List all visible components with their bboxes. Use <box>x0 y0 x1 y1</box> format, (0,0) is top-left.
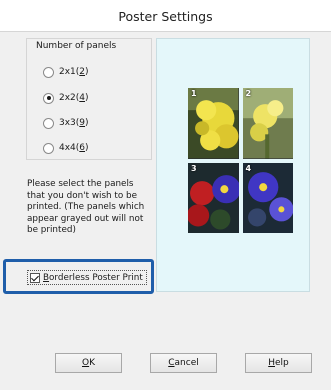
radio-button-selected[interactable] <box>43 92 54 104</box>
radio-label: 2x1(2) <box>59 67 89 77</box>
poster-panel-2[interactable]: 2 <box>242 88 293 159</box>
radio-label: 4x4(6) <box>59 143 89 153</box>
radio-4x4[interactable]: 4x4(6) <box>43 141 89 155</box>
radio-button[interactable] <box>43 142 54 154</box>
panel-number: 1 <box>191 89 197 98</box>
ok-button[interactable]: OK <box>55 353 122 373</box>
poster-panel-3[interactable]: 3 <box>188 162 239 233</box>
radio-label: 3x3(9) <box>59 118 89 128</box>
instruction-text: Please select the panels that you don't … <box>27 179 145 235</box>
borderless-poster-print-checkbox[interactable]: Borderless Poster Print <box>27 270 147 285</box>
poster-panel-grid: 1 2 3 4 <box>188 88 293 233</box>
radio-button[interactable] <box>43 66 54 78</box>
number-of-panels-legend: Number of panels <box>33 41 120 51</box>
checkbox-label: Borderless Poster Print <box>43 272 143 283</box>
dialog-title: Poster Settings <box>0 0 331 32</box>
help-button[interactable]: Help <box>245 353 312 373</box>
panel-number: 2 <box>245 89 252 98</box>
poster-panel-1[interactable]: 1 <box>188 88 239 159</box>
poster-panel-4[interactable]: 4 <box>242 162 293 233</box>
panel-number: 4 <box>245 163 252 173</box>
panel-number: 3 <box>191 163 197 173</box>
cancel-button[interactable]: Cancel <box>150 353 217 373</box>
radio-2x1[interactable]: 2x1(2) <box>43 65 89 79</box>
radio-button[interactable] <box>43 117 54 129</box>
radio-label: 2x2(4) <box>59 93 89 103</box>
radio-3x3[interactable]: 3x3(9) <box>43 116 89 130</box>
checkbox-checked[interactable] <box>30 272 40 283</box>
radio-2x2[interactable]: 2x2(4) <box>43 91 89 105</box>
